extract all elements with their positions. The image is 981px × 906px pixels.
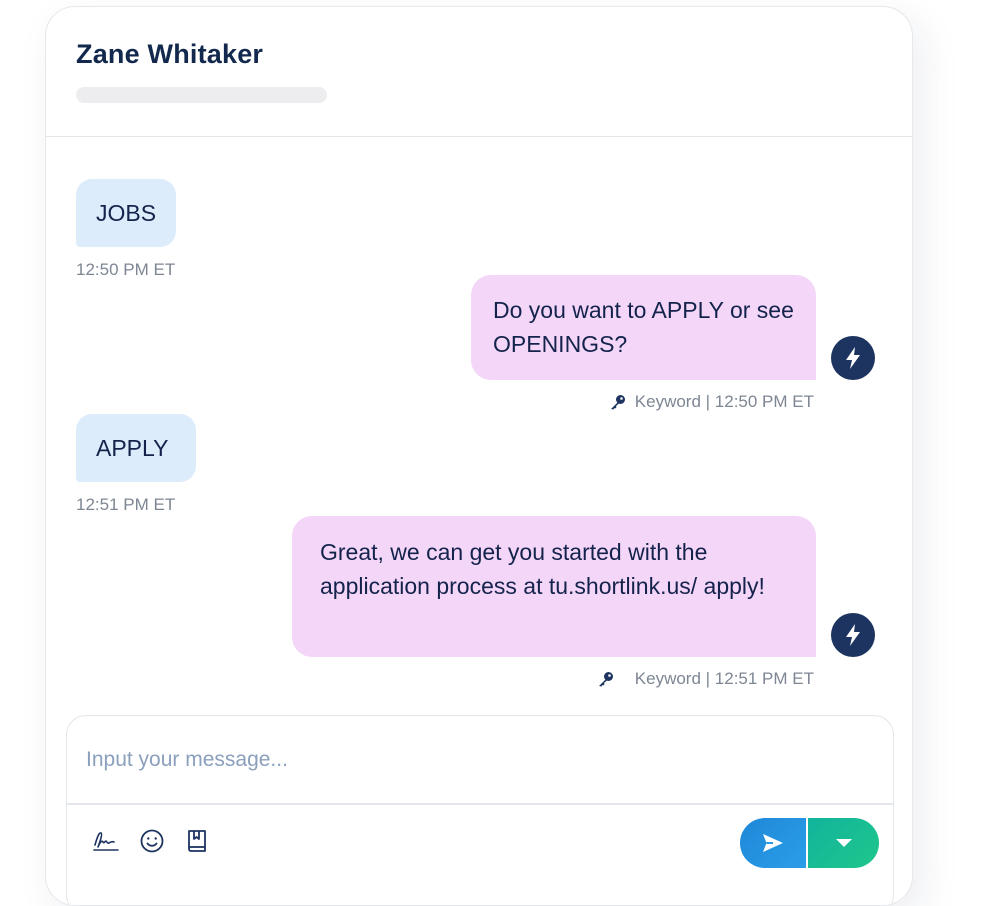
contact-detail-placeholder: [76, 87, 327, 103]
composer-divider: [67, 803, 893, 805]
signature-icon[interactable]: [91, 826, 121, 856]
emoji-icon[interactable]: [137, 826, 167, 856]
key-icon: [597, 670, 615, 688]
message-meta-text: Keyword | 12:50 PM ET: [634, 392, 814, 411]
message-meta-text: Keyword | 12:51 PM ET: [634, 669, 814, 688]
conversation-panel: Zane Whitaker JOBS 12:50 PM ET Do you wa…: [45, 6, 913, 906]
message-timestamp: 12:51 PM ET: [76, 495, 176, 514]
message-text: JOBS: [96, 200, 157, 226]
message-meta: Keyword | 12:50 PM ET: [609, 392, 814, 412]
contact-name: Zane Whitaker: [76, 39, 264, 69]
bookmark-book-icon[interactable]: [182, 826, 212, 856]
lightning-icon: [831, 613, 875, 657]
message-text: APPLY: [96, 435, 169, 461]
caret-down-icon: [835, 839, 852, 847]
lightning-icon: [831, 336, 875, 380]
message-text: Great, we can get you started with the a…: [320, 539, 765, 599]
inbound-message-bubble: JOBS: [76, 179, 176, 247]
conversation-header: Zane Whitaker: [46, 7, 912, 137]
message-input[interactable]: [67, 716, 893, 803]
message-timestamp: 12:50 PM ET: [76, 260, 176, 279]
send-button[interactable]: [740, 818, 806, 868]
key-icon: [609, 393, 627, 411]
outbound-message-bubble: Do you want to APPLY or see OPENINGS?: [471, 275, 816, 380]
message-composer: [66, 715, 894, 905]
send-options-button[interactable]: [808, 818, 879, 868]
send-arrow-icon: [763, 834, 783, 852]
message-meta: Keyword | 12:51 PM ET: [597, 669, 814, 689]
outbound-message-bubble: Great, we can get you started with the a…: [292, 516, 816, 657]
message-text: Do you want to APPLY or see OPENINGS?: [493, 297, 794, 357]
inbound-message-bubble: APPLY: [76, 414, 196, 482]
